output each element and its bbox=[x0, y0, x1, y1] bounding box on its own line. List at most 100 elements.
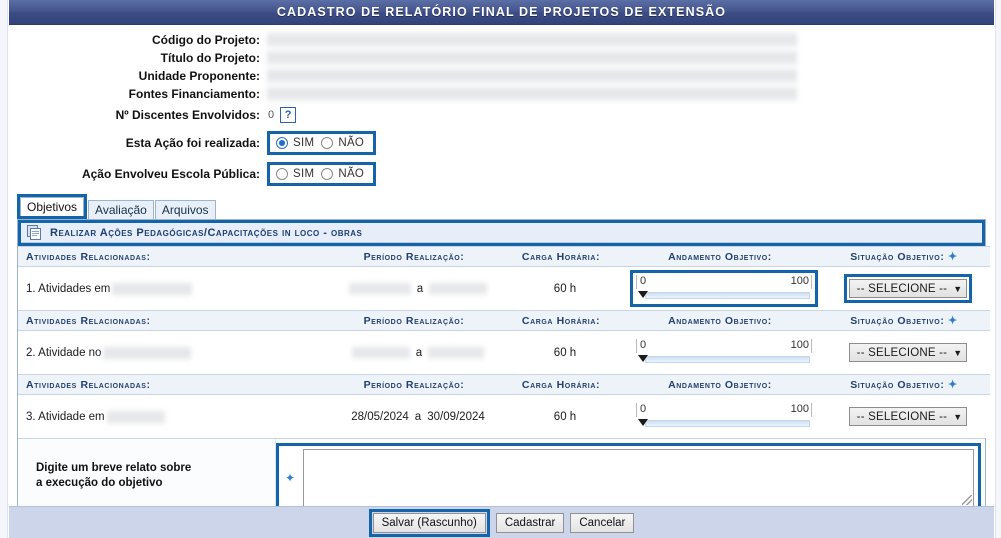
cell-andamento-3: 0 100 bbox=[622, 394, 822, 438]
cell-atividade-1: 1. Atividades em bbox=[18, 266, 328, 311]
table-header-group-3: Atividades Relacionadas: Período Realiza… bbox=[18, 374, 990, 395]
slider-max-2: 100 bbox=[790, 339, 809, 351]
label-fontes-financiamento: Fontes Financiamento: bbox=[128, 86, 260, 101]
highlight-box-objective-header: Realizar Ações Pedagógicas/Capacitações … bbox=[18, 220, 985, 246]
slider-thumb-3[interactable] bbox=[638, 419, 648, 426]
radio-group-escola-publica: SIM NÃO bbox=[270, 165, 374, 183]
select-wrap-3: -- SELECIONE -- ▼ bbox=[830, 402, 986, 431]
radio-acao-realizada-nao[interactable] bbox=[321, 137, 334, 149]
table-header-row-3: Atividades Relacionadas: Período Realiza… bbox=[18, 374, 990, 395]
field-row-unidade: Unidade Proponente: bbox=[9, 67, 994, 84]
highlight-box-acao-realizada: SIM NÃO bbox=[267, 131, 377, 155]
cell-situacao-2: -- SELECIONE -- ▼ bbox=[822, 330, 990, 375]
periodo-separator-2: a bbox=[415, 346, 423, 359]
chevron-down-icon-1: ▼ bbox=[953, 283, 963, 294]
relato-textarea[interactable] bbox=[303, 449, 974, 507]
resize-handle[interactable] bbox=[962, 495, 972, 505]
redacted-fontes-financiamento bbox=[267, 86, 797, 101]
radio-label-acao-realizada-nao: NÃO bbox=[338, 137, 365, 149]
slider-thumb-1[interactable] bbox=[638, 291, 648, 298]
cell-periodo-3: 28/05/2024 a 30/09/2024 bbox=[328, 394, 504, 438]
label-acao-realizada: Esta Ação foi realizada: bbox=[125, 136, 260, 150]
select-situacao-3[interactable]: -- SELECIONE -- ▼ bbox=[848, 407, 968, 426]
radio-acao-realizada-sim[interactable] bbox=[276, 137, 288, 149]
table-header-group-1: Atividades Relacionadas: Período Realiza… bbox=[18, 246, 990, 267]
slider-track-2[interactable] bbox=[638, 355, 810, 363]
cell-carga-3: 60 h bbox=[504, 394, 622, 438]
select-situacao-1[interactable]: -- SELECIONE -- ▼ bbox=[848, 279, 968, 298]
slider-wrap-3: 0 100 bbox=[630, 398, 818, 435]
col-periodo-1: Período Realização: bbox=[328, 246, 504, 267]
col-carga-3: Carga Horária: bbox=[504, 374, 622, 395]
radio-escola-publica-sim[interactable] bbox=[276, 168, 288, 180]
col-situacao-label-2: Situação Objetivo: bbox=[850, 315, 945, 327]
cell-situacao-1: -- SELECIONE -- ▼ bbox=[822, 266, 990, 311]
save-draft-button[interactable]: Salvar (Rascunho) bbox=[372, 512, 486, 533]
objectives-table: Atividades Relacionadas: Período Realiza… bbox=[18, 246, 990, 438]
periodo-separator-3: a bbox=[414, 410, 422, 423]
col-periodo-2: Período Realização: bbox=[328, 310, 504, 331]
tab-objetivos[interactable]: Objetivos bbox=[20, 197, 85, 216]
chevron-down-icon-3: ▼ bbox=[953, 411, 963, 422]
field-row-acao-realizada: Esta Ação foi realizada: SIM NÃO bbox=[9, 128, 994, 158]
slider-track-1[interactable] bbox=[638, 291, 810, 299]
periodo-separator-1: a bbox=[416, 282, 424, 295]
tab-arquivos[interactable]: Arquivos bbox=[154, 200, 216, 219]
slider-andamento-3[interactable]: 0 100 bbox=[633, 401, 815, 432]
label-titulo-projeto: Título do Projeto: bbox=[160, 50, 260, 65]
submit-button[interactable]: Cadastrar bbox=[495, 512, 565, 533]
col-periodo-3: Período Realização: bbox=[328, 374, 504, 395]
radio-option-acao-realizada-sim[interactable]: SIM bbox=[276, 137, 314, 149]
table-header-row-1: Atividades Relacionadas: Período Realiza… bbox=[18, 246, 990, 267]
radio-group-acao-realizada: SIM NÃO bbox=[270, 134, 374, 152]
cell-carga-2: 60 h bbox=[504, 330, 622, 375]
cell-periodo-1: a bbox=[328, 266, 504, 311]
table-header-group-2: Atividades Relacionadas: Período Realiza… bbox=[18, 310, 990, 331]
redacted-unidade-proponente bbox=[267, 68, 797, 83]
select-situacao-2[interactable]: -- SELECIONE -- ▼ bbox=[848, 343, 968, 362]
highlight-box-slider-1: 0 100 bbox=[630, 270, 818, 307]
col-atividades-2: Atividades Relacionadas: bbox=[18, 310, 328, 331]
tab-avaliacao[interactable]: Avaliação bbox=[88, 200, 154, 219]
atividade-label-1: 1. Atividades em bbox=[26, 282, 111, 295]
radio-escola-publica-nao[interactable] bbox=[321, 168, 334, 180]
radio-option-escola-publica-nao[interactable]: NÃO bbox=[321, 168, 364, 180]
slider-andamento-2[interactable]: 0 100 bbox=[633, 337, 815, 368]
documents-icon bbox=[27, 225, 43, 240]
radio-label-escola-publica-sim: SIM bbox=[293, 168, 315, 180]
slider-min-3: 0 bbox=[640, 403, 647, 415]
radio-label-escola-publica-nao: NÃO bbox=[338, 168, 365, 180]
col-atividades-1: Atividades Relacionadas: bbox=[18, 246, 328, 267]
cancel-button[interactable]: Cancelar bbox=[570, 512, 635, 533]
periodo-fim-3: 30/09/2024 bbox=[427, 410, 485, 423]
slider-track-3[interactable] bbox=[638, 419, 810, 427]
objective-row-2: 2. Atividade no a 60 h 0 100 -- SELECION… bbox=[18, 330, 990, 375]
col-situacao-label-3: Situação Objetivo: bbox=[850, 379, 945, 391]
label-discentes-envolvidos: Nº Discentes Envolvidos: bbox=[115, 108, 260, 122]
field-row-discentes: Nº Discentes Envolvidos: 0 ? bbox=[9, 103, 994, 127]
col-andamento-2: Andamento Objetivo: bbox=[622, 310, 822, 331]
col-situacao-3: Situação Objetivo: ✦ bbox=[822, 374, 990, 395]
slider-andamento-1[interactable]: 0 100 bbox=[633, 273, 815, 304]
redacted-periodo-fim-1 bbox=[429, 282, 488, 295]
question-icon[interactable]: ? bbox=[280, 107, 297, 123]
highlight-box-select-1: -- SELECIONE -- ▼ bbox=[843, 274, 973, 303]
field-row-fontes: Fontes Financiamento: bbox=[9, 85, 994, 102]
select-wrap-2: -- SELECIONE -- ▼ bbox=[830, 338, 986, 367]
discentes-count: 0 bbox=[268, 109, 275, 121]
atividade-label-3: 3. Atividade em bbox=[26, 410, 105, 423]
slider-wrap-2: 0 100 bbox=[630, 334, 818, 371]
highlight-box-salvar: Salvar (Rascunho) bbox=[368, 508, 490, 537]
redacted-periodo-fim-2 bbox=[428, 346, 485, 359]
radio-option-acao-realizada-nao[interactable]: NÃO bbox=[321, 137, 364, 149]
field-row-codigo: Código do Projeto: bbox=[9, 31, 994, 48]
slider-thumb-2[interactable] bbox=[638, 355, 648, 362]
redacted-titulo-projeto bbox=[267, 50, 797, 65]
col-andamento-3: Andamento Objetivo: bbox=[622, 374, 822, 395]
value-codigo-projeto bbox=[267, 32, 797, 47]
cell-andamento-1: 0 100 bbox=[622, 266, 822, 311]
radio-option-escola-publica-sim[interactable]: SIM bbox=[276, 168, 314, 180]
form-actions-bar: Salvar (Rascunho) Cadastrar Cancelar bbox=[9, 506, 994, 538]
field-row-escola-publica: Ação Envolveu Escola Pública: SIM NÃO bbox=[9, 159, 994, 189]
required-star-icon-3: ✦ bbox=[947, 379, 958, 391]
